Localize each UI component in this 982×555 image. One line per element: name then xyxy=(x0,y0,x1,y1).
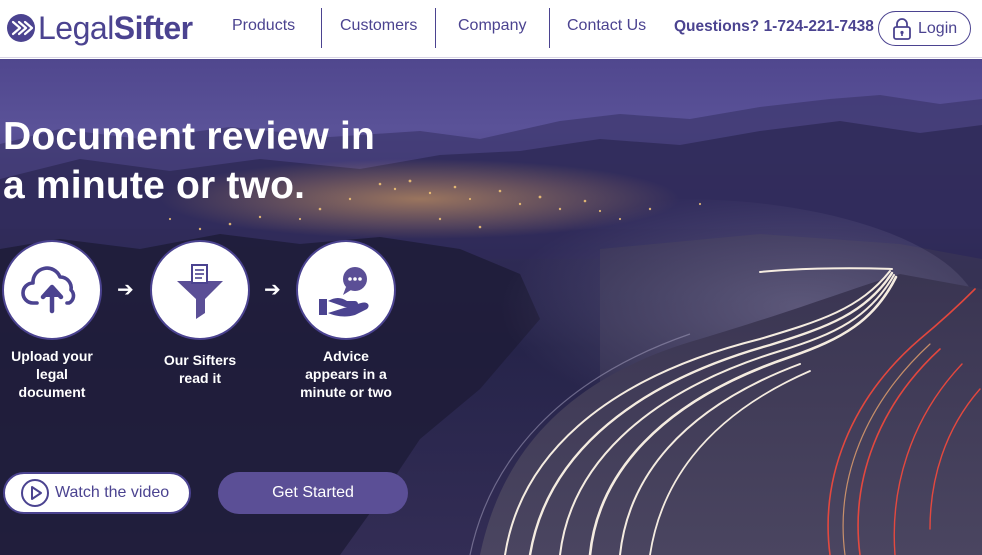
play-icon xyxy=(21,479,49,507)
nav-customers[interactable]: Customers xyxy=(340,17,417,35)
nav-company[interactable]: Company xyxy=(458,17,526,35)
step-arrow-icon: ➔ xyxy=(264,279,281,301)
logo-wordmark: LegalSifter xyxy=(38,12,193,44)
step-label-line: document xyxy=(18,384,86,400)
nav-products[interactable]: Products xyxy=(232,17,295,35)
lock-icon xyxy=(893,17,911,40)
step-label-line: legal xyxy=(36,366,68,382)
login-label: Login xyxy=(918,19,958,37)
phone-number[interactable]: Questions? 1-724-221-7438 xyxy=(674,18,874,36)
step-label-line: minute or two xyxy=(300,384,392,400)
nav-divider xyxy=(435,8,436,48)
legalsifter-logo[interactable]: LegalSifter xyxy=(6,10,193,46)
step-advice-circle xyxy=(296,240,396,340)
logo-text-bold: Sifter xyxy=(113,10,193,46)
get-started-button[interactable]: Get Started xyxy=(218,472,408,514)
hand-speech-bubble-icon xyxy=(319,267,369,317)
step-label-line: read it xyxy=(178,370,221,386)
hero-headline: Document review in a minute or two. xyxy=(3,112,463,210)
step-label-line: Upload your xyxy=(11,348,93,364)
nav-divider xyxy=(549,8,550,48)
headline-line-2: a minute or two. xyxy=(3,164,306,207)
watch-video-button[interactable]: Watch the video xyxy=(3,472,191,514)
step-advice-label: Advice appears in a minute or two xyxy=(281,347,411,401)
nav-contact-us[interactable]: Contact Us xyxy=(567,17,646,35)
hero-section: Document review in a minute or two. ➔ ➔ xyxy=(0,59,982,555)
cloud-upload-icon xyxy=(21,266,76,314)
step-label-line: Our Sifters xyxy=(163,352,237,368)
funnel-document-icon xyxy=(177,264,223,319)
logo-mark-icon xyxy=(7,14,35,42)
step-label-line: Advice xyxy=(323,348,369,364)
login-button[interactable]: Login xyxy=(878,11,971,46)
site-header: LegalSifter Products Customers Company C… xyxy=(0,0,982,58)
watch-video-label: Watch the video xyxy=(55,484,170,501)
step-label-line: appears in a xyxy=(305,366,387,382)
step-upload-label: Upload your legal document xyxy=(0,347,117,401)
nav-divider xyxy=(321,8,322,48)
step-sifters-circle xyxy=(150,240,250,340)
logo-text-light: Legal xyxy=(38,10,114,46)
step-sifters-label: Our Sifters read it xyxy=(135,351,265,387)
headline-line-1: Document review in xyxy=(3,115,376,158)
step-arrow-icon: ➔ xyxy=(117,279,134,301)
step-upload-circle xyxy=(2,240,102,340)
